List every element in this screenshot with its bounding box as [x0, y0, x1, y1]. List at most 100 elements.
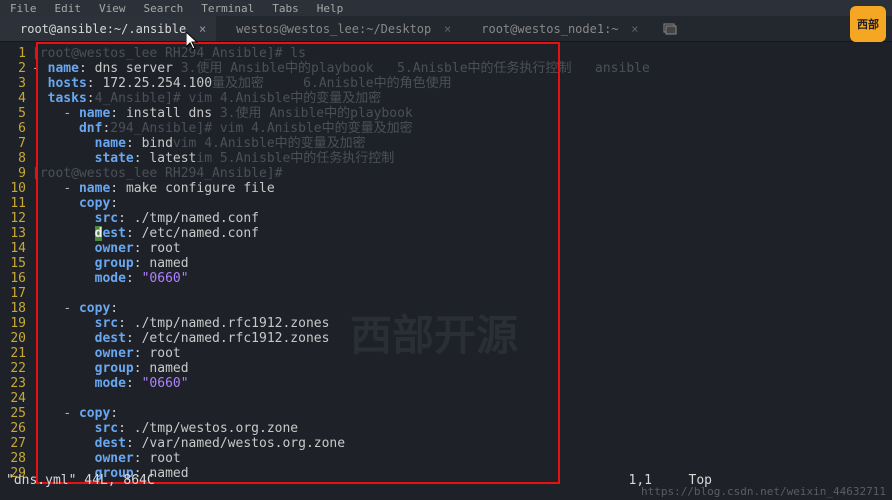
tab-close-icon[interactable]: ×: [444, 22, 451, 36]
code-line: 10 - name: make configure file: [0, 181, 892, 196]
menu-terminal[interactable]: Terminal: [201, 2, 254, 14]
line-number: 16: [0, 271, 32, 286]
background-text: vim 4.Anisble中的变量及加密: [173, 136, 366, 151]
code-line: 21 owner: root: [0, 346, 892, 361]
code-line: 16 mode: "0660": [0, 271, 892, 286]
code-content: dnf:294_Ansible]# vim 4.Anisble中的变量及加密: [32, 121, 892, 136]
code-content: - name: install dns 3.使用 Ansible中的playbo…: [32, 106, 892, 121]
code-line: 13 dest: /etc/named.conf: [0, 226, 892, 241]
code-content: [root@westos_lee RH294_Ansible]#: [32, 166, 892, 181]
new-tab-button[interactable]: [649, 16, 691, 41]
logo-icon: 西部: [850, 6, 886, 42]
code-content: dest: /var/named/westos.org.zone: [32, 436, 892, 451]
line-number: 7: [0, 136, 32, 151]
code-line: 19 src: ./tmp/named.rfc1912.zones: [0, 316, 892, 331]
code-content: copy:: [32, 196, 892, 211]
menu-view[interactable]: View: [99, 2, 126, 14]
code-content: mode: "0660": [32, 271, 892, 286]
line-number: 15: [0, 256, 32, 271]
line-number: 20: [0, 331, 32, 346]
line-number: 12: [0, 211, 32, 226]
code-content: [32, 286, 892, 301]
code-content: dest: /etc/named.rfc1912.zones: [32, 331, 892, 346]
menu-file[interactable]: File: [10, 2, 37, 14]
code-line: 6 dnf:294_Ansible]# vim 4.Anisble中的变量及加密: [0, 121, 892, 136]
code-line: 26 src: ./tmp/westos.org.zone: [0, 421, 892, 436]
line-number: 11: [0, 196, 32, 211]
code-line: 5 - name: install dns 3.使用 Ansible中的play…: [0, 106, 892, 121]
code-content: owner: root: [32, 451, 892, 466]
code-line: 23 mode: "0660": [0, 376, 892, 391]
menu-search[interactable]: Search: [144, 2, 184, 14]
line-number: 8: [0, 151, 32, 166]
line-number: 4: [0, 91, 32, 106]
code-line: 17: [0, 286, 892, 301]
code-content: src: ./tmp/named.conf: [32, 211, 892, 226]
line-number: 25: [0, 406, 32, 421]
background-text: im 5.Anisble中的任务执行控制: [196, 151, 394, 166]
code-line: 22 group: named: [0, 361, 892, 376]
code-content: - name: dns server 3.使用 Ansible中的playboo…: [32, 61, 892, 76]
tab-2[interactable]: root@westos_node1:~×: [461, 16, 648, 41]
code-content: - copy:: [32, 301, 892, 316]
line-number: 27: [0, 436, 32, 451]
tab-1[interactable]: westos@westos_lee:~/Desktop×: [216, 16, 461, 41]
line-number: 5: [0, 106, 32, 121]
code-line: 14 owner: root: [0, 241, 892, 256]
code-content: state: latestim 5.Anisble中的任务执行控制: [32, 151, 892, 166]
line-number: 2: [0, 61, 32, 76]
code-line: 7 name: bindvim 4.Anisble中的变量及加密: [0, 136, 892, 151]
code-line: 9[root@westos_lee RH294_Ansible]#: [0, 166, 892, 181]
line-number: 21: [0, 346, 32, 361]
code-line: 3 hosts: 172.25.254.100量及加密 6.Anisble中的角…: [0, 76, 892, 91]
vim-status: "dns.yml" 44L, 864C: [6, 473, 155, 488]
line-number: 3: [0, 76, 32, 91]
code-content: [root@westos_lee RH294_Ansible]# ls: [32, 46, 892, 61]
code-line: 12 src: ./tmp/named.conf: [0, 211, 892, 226]
code-content: group: named: [32, 466, 892, 481]
code-content: group: named: [32, 361, 892, 376]
code-line: 18 - copy:: [0, 301, 892, 316]
line-number: 28: [0, 451, 32, 466]
code-line: 1[root@westos_lee RH294_Ansible]# ls: [0, 46, 892, 61]
code-line: 2- name: dns server 3.使用 Ansible中的playbo…: [0, 61, 892, 76]
line-number: 22: [0, 361, 32, 376]
terminal[interactable]: 西部开源 1[root@westos_lee RH294_Ansible]# l…: [0, 42, 892, 472]
code-line: 4 tasks:4_Ansible]# vim 4.Anisble中的变量及加密: [0, 91, 892, 106]
background-text: [root@westos_lee RH294_Ansible]#: [32, 166, 290, 181]
code-content: [32, 391, 892, 406]
line-number: 17: [0, 286, 32, 301]
code-line: 8 state: latestim 5.Anisble中的任务执行控制: [0, 151, 892, 166]
background-text: 3.使用 Ansible中的playbook 5.Anisble中的任务执行控制…: [173, 61, 650, 76]
code-line: 24: [0, 391, 892, 406]
line-number: 9: [0, 166, 32, 181]
code-content: tasks:4_Ansible]# vim 4.Anisble中的变量及加密: [32, 91, 892, 106]
line-number: 10: [0, 181, 32, 196]
code-content: owner: root: [32, 241, 892, 256]
menu-help[interactable]: Help: [317, 2, 344, 14]
tab-close-icon[interactable]: ×: [199, 22, 206, 36]
line-number: 18: [0, 301, 32, 316]
code-content: group: named: [32, 256, 892, 271]
background-text: 量及加密 6.Anisble中的角色使用: [212, 76, 452, 91]
code-line: 11 copy:: [0, 196, 892, 211]
background-text: 294_Ansible]# vim 4.Anisble中的变量及加密: [110, 121, 412, 136]
tab-close-icon[interactable]: ×: [631, 22, 638, 36]
menu-tabs[interactable]: Tabs: [272, 2, 299, 14]
code-content: src: ./tmp/westos.org.zone: [32, 421, 892, 436]
line-number: 19: [0, 316, 32, 331]
line-number: 6: [0, 121, 32, 136]
tab-0[interactable]: root@ansible:~/.ansible×: [0, 16, 216, 41]
menu-edit[interactable]: Edit: [55, 2, 82, 14]
tabbar: root@ansible:~/.ansible×westos@westos_le…: [0, 16, 892, 42]
code-content: dest: /etc/named.conf: [32, 226, 892, 241]
code-line: 20 dest: /etc/named.rfc1912.zones: [0, 331, 892, 346]
line-number: 26: [0, 421, 32, 436]
background-text: [root@westos_lee RH294_Ansible]# ls: [32, 46, 306, 61]
code-content: - name: make configure file: [32, 181, 892, 196]
line-number: 23: [0, 376, 32, 391]
code-content: hosts: 172.25.254.100量及加密 6.Anisble中的角色使…: [32, 76, 892, 91]
line-number: 1: [0, 46, 32, 61]
code-area[interactable]: 1[root@westos_lee RH294_Ansible]# ls2- n…: [0, 46, 892, 481]
line-number: 24: [0, 391, 32, 406]
